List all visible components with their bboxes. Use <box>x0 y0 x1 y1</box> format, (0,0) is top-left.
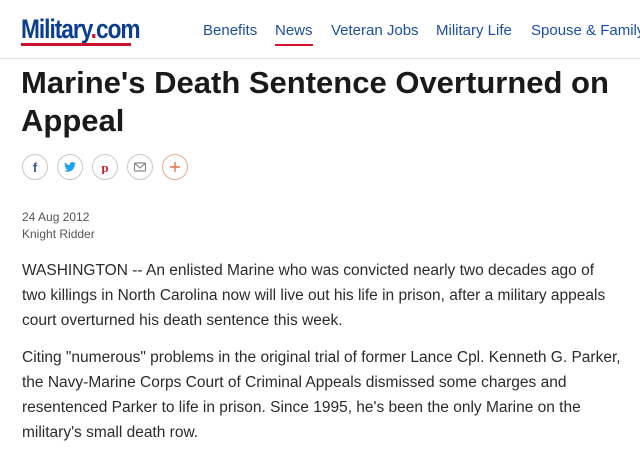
facebook-share-button[interactable]: f <box>22 154 48 180</box>
email-icon <box>133 162 147 172</box>
article-paragraph: Citing "numerous" problems in the origin… <box>22 349 621 441</box>
nav-item-military-life[interactable]: Military Life <box>436 22 512 39</box>
article-meta: 24 Aug 2012 Knight Ridder <box>22 209 95 243</box>
pinterest-icon: p <box>101 160 108 174</box>
nav-item-news[interactable]: News <box>275 22 313 46</box>
article-date: 24 Aug 2012 <box>22 210 90 224</box>
nav-item-veteran-jobs[interactable]: Veteran Jobs <box>331 22 419 39</box>
twitter-share-button[interactable] <box>57 154 83 180</box>
svg-text:f: f <box>33 160 38 174</box>
article-source: Knight Ridder <box>22 227 95 241</box>
article-body: WASHINGTON -- An enlisted Marine who was… <box>22 258 622 457</box>
main-nav: Benefits News Veteran Jobs Military Life… <box>0 22 640 46</box>
svg-text:p: p <box>101 160 108 174</box>
twitter-icon <box>64 162 76 172</box>
nav-item-spouse-family[interactable]: Spouse & Family <box>531 22 640 39</box>
facebook-icon: f <box>33 160 38 174</box>
plus-icon <box>170 162 180 172</box>
nav-item-benefits[interactable]: Benefits <box>203 22 257 39</box>
site-header: Military.com Benefits News Veteran Jobs … <box>0 0 640 59</box>
article-title: Marine's Death Sentence Overturned on Ap… <box>21 65 609 138</box>
share-bar: f p <box>22 154 222 182</box>
article-paragraph: WASHINGTON -- An enlisted Marine who was… <box>22 262 606 329</box>
email-share-button[interactable] <box>127 154 153 180</box>
more-share-button[interactable] <box>162 154 188 180</box>
pinterest-share-button[interactable]: p <box>92 154 118 180</box>
